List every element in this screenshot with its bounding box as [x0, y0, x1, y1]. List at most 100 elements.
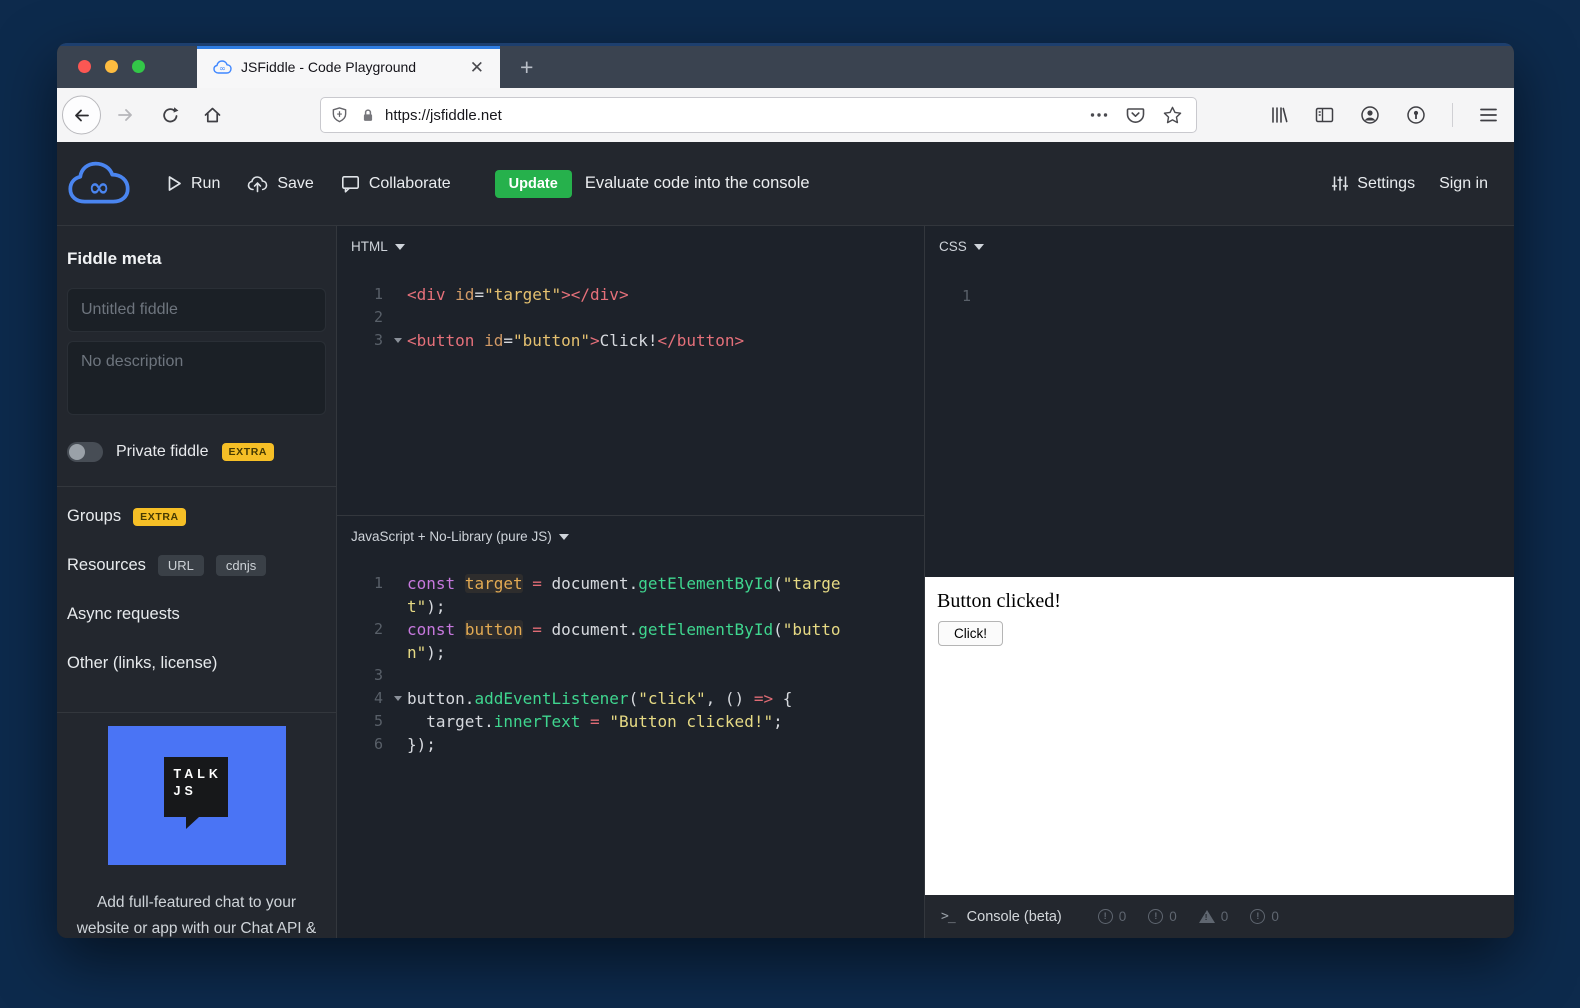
resource-badge[interactable]: cdnjs [216, 555, 266, 576]
fold-marker-icon[interactable] [389, 329, 407, 352]
code-text[interactable] [407, 306, 845, 329]
console-label: Console (beta) [967, 909, 1062, 925]
extension-icon[interactable] [1406, 105, 1426, 125]
private-fiddle-label: Private fiddle [116, 443, 209, 461]
sidebar-toggle-icon[interactable] [1315, 106, 1334, 124]
html-code-editor[interactable]: 1<div id="target"></div>23<button id="bu… [337, 283, 924, 352]
run-button[interactable]: Run [167, 175, 220, 193]
sidebar-item-label: Groups [67, 507, 121, 526]
html-panel-header[interactable]: HTML [337, 226, 924, 254]
tab-title: JSFiddle - Code Playground [241, 59, 464, 75]
save-button[interactable]: Save [247, 175, 313, 193]
js-panel-header[interactable]: JavaScript + No-Library (pure JS) [337, 516, 924, 544]
console-counter[interactable]: !0 [1250, 909, 1279, 924]
console-bar[interactable]: >_ Console (beta) !0!00!0 [925, 895, 1514, 938]
console-counter[interactable]: 0 [1199, 909, 1229, 924]
css-panel-header[interactable]: CSS [925, 226, 1514, 254]
editor-column: HTML 1<div id="target"></div>23<button i… [337, 226, 925, 938]
desktop: { "browser": { "tab_title": "JSFiddle - … [0, 0, 1580, 1008]
run-label: Run [191, 175, 220, 193]
code-text[interactable]: target.innerText = "Button clicked!"; [407, 710, 845, 733]
back-icon [72, 106, 91, 124]
pocket-icon[interactable] [1126, 106, 1145, 124]
collaborate-button[interactable]: Collaborate [341, 175, 451, 193]
code-text[interactable]: const button = document.getElementById("… [407, 618, 845, 664]
fiddle-title-input[interactable] [67, 288, 326, 332]
reload-button[interactable] [155, 100, 185, 130]
forward-button[interactable] [110, 100, 140, 130]
ad-logo-bubble: TALK JS [164, 757, 228, 817]
code-line: 1 [925, 285, 1514, 308]
code-text[interactable]: }); [407, 733, 845, 756]
bookmark-star-icon[interactable] [1163, 106, 1182, 124]
svg-text:∞: ∞ [88, 172, 109, 202]
ad-caption: Add full-featured chat to your website o… [69, 890, 324, 938]
code-text[interactable] [407, 664, 845, 687]
tab-favicon-icon: ∞ [213, 60, 232, 75]
line-number: 6 [337, 733, 389, 756]
sidebar: Fiddle meta Private fiddle EXTRA GroupsE… [57, 226, 337, 938]
line-number: 4 [337, 687, 389, 710]
code-line: 2const button = document.getElementById(… [337, 618, 924, 664]
code-line: 2 [337, 306, 924, 329]
sidebar-divider [57, 712, 336, 713]
css-panel: CSS 1 [925, 226, 1514, 577]
counter-value: 0 [1169, 909, 1177, 924]
code-text[interactable] [995, 285, 1433, 308]
css-code-editor[interactable]: 1 [925, 285, 1514, 308]
cloud-upload-icon [247, 175, 268, 193]
browser-tab[interactable]: ∞ JSFiddle - Code Playground ✕ [197, 46, 500, 88]
url-text: https://jsfiddle.net [385, 107, 1090, 124]
lock-icon [360, 107, 376, 124]
console-counter[interactable]: !0 [1148, 909, 1177, 924]
result-click-button[interactable]: Click! [938, 621, 1003, 646]
fiddle-meta-heading: Fiddle meta [67, 249, 326, 269]
sidebar-links: GroupsEXTRA Resources URL cdnjs Async reques… [67, 492, 326, 688]
fold-marker-icon[interactable] [389, 687, 407, 710]
tab-close-icon[interactable]: ✕ [464, 57, 490, 78]
line-number: 1 [925, 285, 977, 308]
zoom-window-button[interactable] [132, 60, 145, 73]
sidebar-item-resources[interactable]: Resources URL cdnjs [67, 541, 326, 590]
minimize-window-button[interactable] [105, 60, 118, 73]
code-text[interactable]: <button id="button">Click!</button> [407, 329, 845, 352]
svg-text:∞: ∞ [219, 64, 226, 73]
new-tab-button[interactable]: + [512, 54, 541, 81]
console-counter[interactable]: !0 [1098, 909, 1127, 924]
code-text[interactable]: <div id="target"></div> [407, 283, 845, 306]
fiddle-description-input[interactable] [67, 341, 326, 415]
js-code-editor[interactable]: 1const target = document.getElementById(… [337, 572, 924, 756]
sidebar-item-label: Resources [67, 556, 146, 575]
browser-window: ∞ JSFiddle - Code Playground ✕ + [57, 43, 1514, 938]
close-window-button[interactable] [78, 60, 91, 73]
sidebar-item-async-requests[interactable]: Async requests [67, 590, 326, 639]
sidebar-item-other-links-license[interactable]: Other (links, license) [67, 639, 326, 688]
code-text[interactable]: const target = document.getElementById("… [407, 572, 845, 618]
home-button[interactable] [197, 100, 227, 130]
jsfiddle-logo[interactable]: ∞ [67, 160, 131, 208]
collaborate-label: Collaborate [369, 175, 451, 193]
sidebar-divider [57, 486, 336, 487]
navigation-bar: https://jsfiddle.net [57, 88, 1514, 142]
talkjs-ad[interactable]: TALK JS Add full-featured chat to your w… [67, 726, 326, 938]
chevron-down-icon [974, 244, 984, 250]
signin-button[interactable]: Sign in [1439, 175, 1488, 193]
account-icon[interactable] [1360, 105, 1380, 125]
update-button[interactable]: Update [495, 170, 572, 198]
home-icon [203, 106, 222, 124]
code-line: 1const target = document.getElementById(… [337, 572, 924, 618]
resource-badge[interactable]: URL [158, 555, 204, 576]
private-fiddle-toggle[interactable] [67, 442, 103, 462]
back-button[interactable] [62, 96, 101, 135]
panel-title: HTML [351, 239, 388, 254]
sidebar-item-groups[interactable]: GroupsEXTRA [67, 492, 326, 541]
url-bar[interactable]: https://jsfiddle.net [320, 97, 1197, 133]
js-panel: JavaScript + No-Library (pure JS) 1const… [337, 516, 924, 938]
code-line: 3<button id="button">Click!</button> [337, 329, 924, 352]
panel-title: JavaScript + No-Library (pure JS) [351, 529, 552, 544]
code-text[interactable]: button.addEventListener("click", () => { [407, 687, 845, 710]
settings-button[interactable]: Settings [1331, 175, 1415, 193]
hamburger-menu-icon[interactable] [1479, 107, 1498, 123]
library-icon[interactable] [1270, 106, 1289, 124]
page-actions-button[interactable] [1090, 112, 1108, 118]
